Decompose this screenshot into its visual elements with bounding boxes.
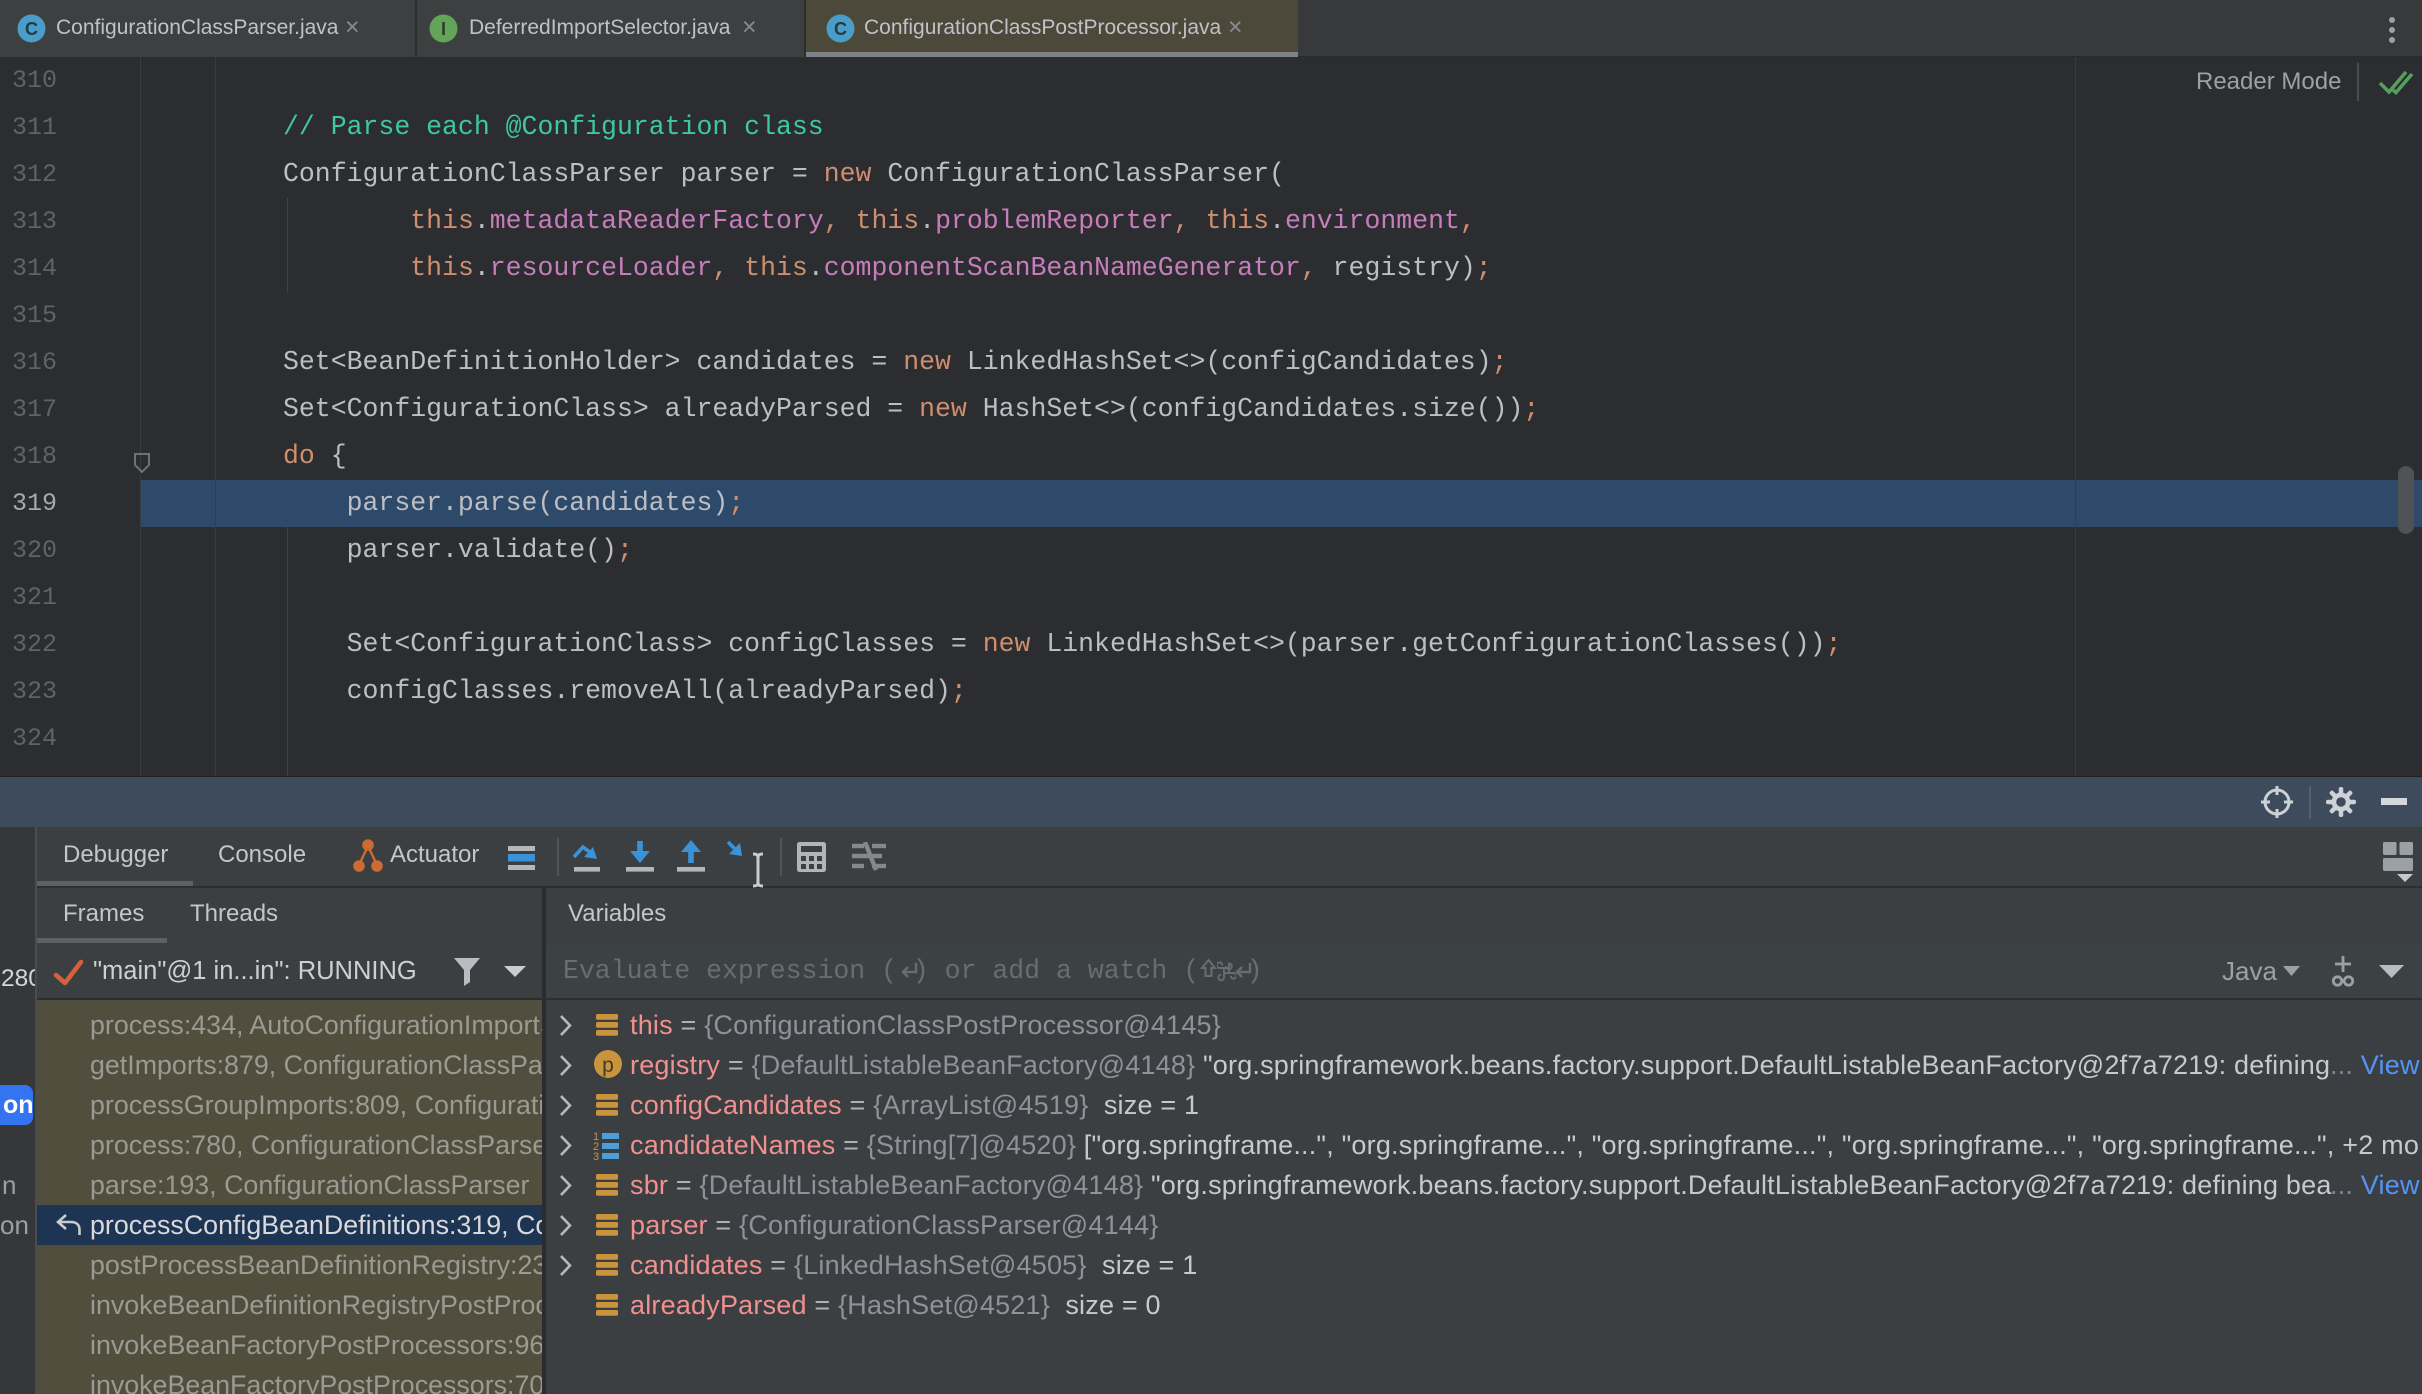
svg-text:I: I xyxy=(441,19,446,39)
svg-text:3: 3 xyxy=(593,1151,599,1161)
svg-text:C: C xyxy=(25,19,38,39)
svg-text:C: C xyxy=(834,19,847,39)
svg-text:p: p xyxy=(602,1054,614,1077)
